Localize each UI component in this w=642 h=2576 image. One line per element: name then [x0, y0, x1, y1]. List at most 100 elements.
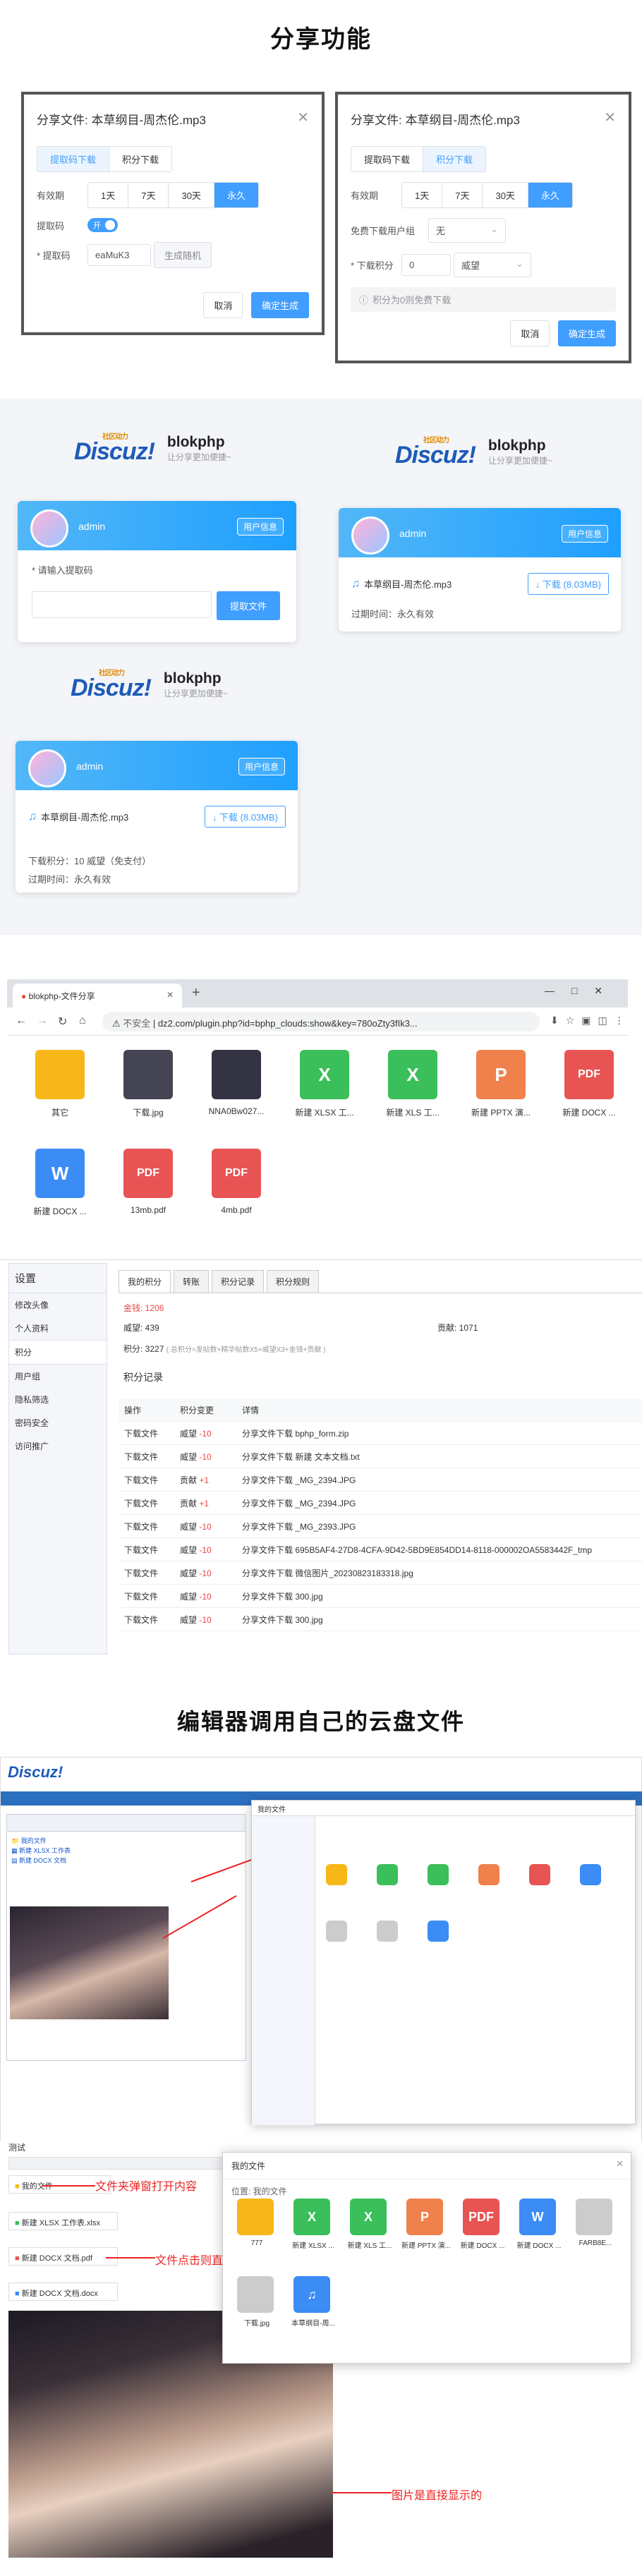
file-icon[interactable]: [237, 2276, 274, 2313]
toolbar-icons[interactable]: ⬇☆▣◫⋮: [550, 1015, 631, 1027]
link-pdf[interactable]: ■ 新建 DOCX 文档.pdf: [8, 2247, 118, 2266]
code-switch[interactable]: 开: [87, 218, 118, 232]
sidebar-item-points[interactable]: 积分: [9, 1340, 107, 1365]
sidebar-item-password[interactable]: 密码安全: [9, 1411, 107, 1434]
extract-button[interactable]: 提取文件: [217, 591, 281, 620]
file-name[interactable]: NNA0Bw027...: [194, 1106, 279, 1116]
link-docx[interactable]: ■ 新建 DOCX 文档.docx: [8, 2282, 118, 2301]
file-icon[interactable]: [326, 1864, 347, 1885]
download-button[interactable]: ↓ 下载 (8.03MB): [527, 573, 609, 595]
file-icon[interactable]: [377, 1921, 398, 1942]
points-input[interactable]: 0: [401, 254, 451, 276]
file-name[interactable]: 新建 DOCX ...: [456, 2239, 509, 2250]
pptx-icon[interactable]: P: [476, 1050, 526, 1099]
back-icon[interactable]: ←: [16, 1015, 27, 1027]
tab-code-download[interactable]: 提取码下载: [37, 147, 110, 171]
file-name[interactable]: 新建 XLS 工...: [343, 2239, 396, 2250]
file-name[interactable]: 本草纲目-周...: [286, 2317, 340, 2328]
link-xlsx[interactable]: ■ 新建 XLSX 工作表.xlsx: [8, 2212, 118, 2230]
sidebar-item-profile[interactable]: 个人资料: [9, 1317, 107, 1340]
cancel-button[interactable]: 取消: [510, 320, 550, 346]
file-icon[interactable]: [576, 2199, 612, 2235]
file-name[interactable]: 其它: [18, 1106, 102, 1118]
file-icon[interactable]: [580, 1864, 601, 1885]
file-icon[interactable]: [377, 1864, 398, 1885]
file-name[interactable]: 下载.jpg: [106, 1106, 190, 1118]
sidebar-item-privacy[interactable]: 隐私筛选: [9, 1388, 107, 1411]
file-name[interactable]: 新建 DOCX ...: [547, 1106, 631, 1118]
file-name[interactable]: 新建 DOCX ...: [18, 1205, 102, 1217]
home-icon[interactable]: ⌂: [79, 1015, 86, 1027]
image-icon[interactable]: [123, 1050, 173, 1099]
browser-tab[interactable]: ● blokphp-文件分享 ✕: [13, 984, 182, 1008]
file-name[interactable]: 4mb.pdf: [194, 1205, 279, 1215]
validity-7d[interactable]: 7天: [442, 183, 483, 207]
file-icon[interactable]: [237, 2199, 274, 2235]
tab-points-download[interactable]: 积分下载: [423, 147, 486, 171]
file-icon[interactable]: W: [519, 2199, 556, 2235]
tab-my-points[interactable]: 我的积分: [119, 1270, 171, 1293]
file-name[interactable]: 新建 DOCX ...: [512, 2239, 566, 2250]
validity-forever[interactable]: 永久: [214, 183, 258, 207]
tab-transfer[interactable]: 转账: [174, 1270, 210, 1293]
file-icon[interactable]: P: [406, 2199, 443, 2235]
random-code-button[interactable]: 生成随机: [154, 242, 212, 268]
tab-points-log[interactable]: 积分记录: [212, 1270, 265, 1293]
validity-30d[interactable]: 30天: [483, 183, 528, 207]
validity-7d[interactable]: 7天: [128, 183, 169, 207]
file-icon[interactable]: [428, 1864, 449, 1885]
pdf-icon[interactable]: PDF: [212, 1149, 261, 1198]
close-icon[interactable]: ✕: [297, 109, 309, 126]
file-name[interactable]: 新建 PPTX 演...: [459, 1106, 543, 1118]
tab-code-download[interactable]: 提取码下载: [351, 147, 424, 171]
cancel-button[interactable]: 取消: [203, 292, 243, 318]
tab-points-download[interactable]: 积分下载: [109, 147, 171, 171]
file-icon[interactable]: [478, 1864, 499, 1885]
file-icon[interactable]: X: [350, 2199, 387, 2235]
validity-1d[interactable]: 1天: [402, 183, 443, 207]
pdf-icon[interactable]: PDF: [123, 1149, 173, 1198]
code-input[interactable]: [32, 591, 212, 618]
file-name[interactable]: 新建 XLSX ...: [286, 2239, 340, 2250]
new-tab-icon[interactable]: +: [192, 985, 200, 1001]
file-name[interactable]: 13mb.pdf: [106, 1205, 190, 1215]
validity-30d[interactable]: 30天: [169, 183, 214, 207]
user-center-button[interactable]: 用户信息: [236, 518, 284, 536]
xls-icon[interactable]: X: [388, 1050, 437, 1099]
user-center-button[interactable]: 用户信息: [238, 758, 285, 775]
tab-points-rules[interactable]: 积分规则: [267, 1270, 320, 1293]
code-input[interactable]: eaMuK3: [87, 244, 151, 266]
close-icon[interactable]: ✕: [616, 2158, 624, 2170]
image-icon[interactable]: [212, 1050, 261, 1099]
confirm-button[interactable]: 确定生成: [250, 292, 309, 318]
user-center-button[interactable]: 用户信息: [561, 525, 608, 543]
file-name[interactable]: FARB8E...: [569, 2239, 622, 2247]
sidebar-item-usergroup[interactable]: 用户组: [9, 1365, 107, 1388]
window-controls[interactable]: —□✕: [545, 985, 619, 997]
file-icon[interactable]: [428, 1921, 449, 1942]
file-name[interactable]: 新建 XLSX 工...: [282, 1106, 367, 1118]
close-icon[interactable]: ✕: [604, 109, 616, 126]
download-button[interactable]: ↓ 下载 (8.03MB): [204, 806, 286, 828]
file-name[interactable]: 新建 PPTX 演...: [399, 2239, 453, 2250]
confirm-button[interactable]: 确定生成: [557, 320, 616, 346]
reload-icon[interactable]: ↻: [58, 1015, 67, 1029]
address-bar[interactable]: ⚠ 不安全 | dz2.com/plugin.php?id=bphp_cloud…: [102, 1012, 540, 1032]
sidebar-item-avatar[interactable]: 修改头像: [9, 1293, 107, 1317]
file-name[interactable]: 新建 XLS 工...: [370, 1106, 455, 1118]
validity-forever[interactable]: 永久: [528, 183, 572, 207]
docx-icon[interactable]: W: [35, 1149, 85, 1198]
free-group-select[interactable]: 无 ⌄: [428, 218, 506, 243]
file-icon[interactable]: PDF: [463, 2199, 499, 2235]
file-icon[interactable]: ♫: [293, 2276, 330, 2313]
file-icon[interactable]: X: [293, 2199, 330, 2235]
editor-links[interactable]: 📁 我的文件 ▦ 新建 XLSX 工作表 ▤ 新建 DOCX 文档: [7, 1832, 246, 1870]
forward-icon[interactable]: →: [37, 1015, 48, 1027]
file-name[interactable]: 777: [230, 2239, 284, 2247]
points-unit-select[interactable]: 威望 ⌄: [454, 253, 531, 277]
xlsx-icon[interactable]: X: [300, 1050, 349, 1099]
close-tab-icon[interactable]: ✕: [166, 990, 174, 1000]
folder-icon[interactable]: [35, 1050, 85, 1099]
pdf-icon[interactable]: PDF: [564, 1050, 614, 1099]
validity-1d[interactable]: 1天: [88, 183, 129, 207]
